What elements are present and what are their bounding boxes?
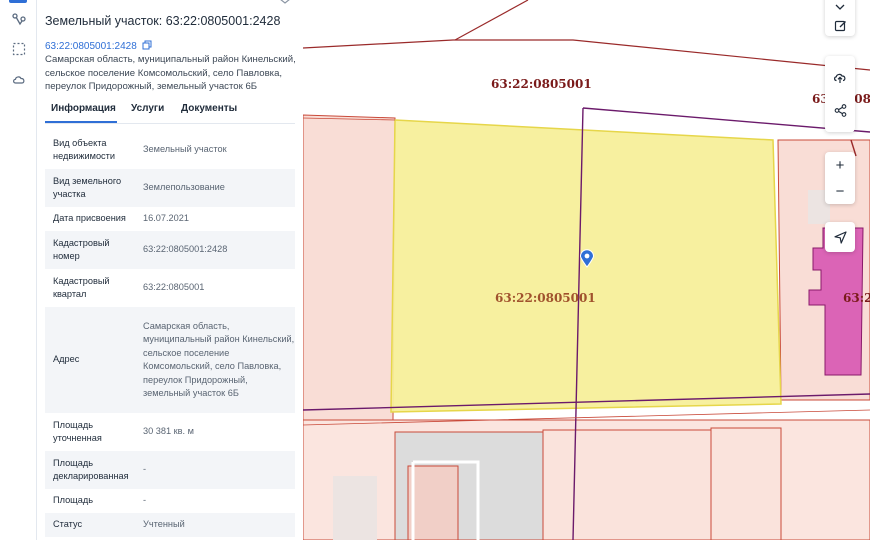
parcel-label: 63:22:0805001	[495, 291, 596, 305]
prop-key: Вид земельного участка	[53, 175, 122, 200]
table-row: Кадастровый квартал 63:22:0805001	[45, 269, 295, 307]
table-row: Площадь декларированная -	[45, 451, 295, 489]
prop-value: Землепользование	[143, 182, 225, 193]
table-row: Вид земельного участка Землепользование	[45, 169, 295, 207]
parcel-lot-c[interactable]	[407, 465, 459, 540]
prop-value: Самарская область, муниципальный район К…	[143, 320, 295, 399]
prop-value: 63:22:0805001:2428	[143, 244, 228, 255]
quarter-label-top: 63:22:0805001	[491, 77, 592, 91]
prop-key: Адрес	[53, 354, 80, 365]
prop-key: Кадастровый номер	[53, 237, 110, 262]
favorite-button[interactable]	[825, 0, 855, 36]
panel-address: Самарская область, муниципальный район К…	[45, 54, 296, 93]
tabs: Информация Услуги Документы	[45, 100, 295, 124]
table-row: Вид объекта недвижимости Земельный участ…	[45, 131, 295, 169]
prop-key: Площадь уточненная	[53, 419, 102, 444]
prop-value: 63:22:0805001	[143, 282, 205, 293]
edit-icon[interactable]	[834, 19, 847, 32]
table-row: Кадастровый номер 63:22:0805001:2428	[45, 231, 295, 269]
prop-value: 16.07.2021	[143, 213, 189, 224]
cloud-icon[interactable]	[9, 69, 28, 88]
quarter-line-top-red	[454, 0, 529, 41]
zoom-control: + −	[825, 152, 855, 204]
prop-key: Площадь	[53, 495, 93, 506]
parcel-lot-a[interactable]	[542, 429, 712, 540]
panel-title: Земельный участок: 63:22:0805001:2428	[45, 14, 281, 28]
cad-number-text[interactable]: 63:22:0805001:2428	[45, 41, 137, 52]
prop-value: Земельный участок	[143, 144, 227, 155]
locate-button[interactable]	[825, 222, 855, 252]
table-row: Дата присвоения 16.07.2021	[45, 207, 295, 231]
tab-documents[interactable]: Документы	[167, 100, 247, 123]
tab-info[interactable]: Информация	[45, 100, 117, 123]
zoom-out-button[interactable]: −	[825, 178, 855, 204]
parcel-lot-b[interactable]	[710, 427, 782, 540]
properties-table: Вид объекта недвижимости Земельный участ…	[45, 131, 295, 537]
share-icon[interactable]	[834, 104, 847, 117]
tab-services[interactable]: Услуги	[117, 100, 167, 123]
favorite-icon	[835, 4, 845, 10]
parcel-left-band[interactable]	[303, 114, 396, 421]
app: Земельный участок: 63:22:0805001:2428 63…	[0, 0, 870, 540]
info-panel: Земельный участок: 63:22:0805001:2428 63…	[37, 0, 303, 540]
upload-icon[interactable]	[833, 71, 847, 84]
panel-top-icon[interactable]	[279, 0, 291, 4]
prop-value: 30 381 кв. м	[143, 426, 194, 437]
prop-key: Дата присвоения	[53, 213, 126, 224]
cadastral-map[interactable]: 63:22:0805001 63:22:0805001 63:22:080500…	[303, 0, 870, 540]
tool-rail	[0, 0, 37, 540]
table-row: Адрес Самарская область, муниципальный р…	[45, 307, 295, 413]
select-area-icon[interactable]	[9, 39, 28, 58]
share-controls	[825, 56, 855, 132]
prop-key: Площадь декларированная	[53, 457, 129, 482]
table-row: Статус Учтенный	[45, 513, 295, 537]
route-icon[interactable]	[9, 10, 28, 29]
edge-label-right: 63:2	[843, 291, 870, 305]
list-icon[interactable]	[9, 0, 27, 3]
prop-key: Вид объекта недвижимости	[53, 137, 115, 162]
prop-key: Кадастровый квартал	[53, 275, 110, 300]
prop-key: Статус	[53, 519, 83, 530]
prop-value: -	[143, 464, 147, 475]
zoom-in-button[interactable]: +	[825, 152, 855, 178]
locate-icon	[833, 230, 847, 244]
grey-block	[333, 476, 377, 540]
quarter-line-top	[303, 39, 870, 71]
table-row: Площадь -	[45, 489, 295, 513]
prop-value: -	[143, 495, 147, 506]
prop-value: Учтенный	[143, 519, 185, 530]
table-row: Площадь уточненная 30 381 кв. м	[45, 413, 295, 451]
